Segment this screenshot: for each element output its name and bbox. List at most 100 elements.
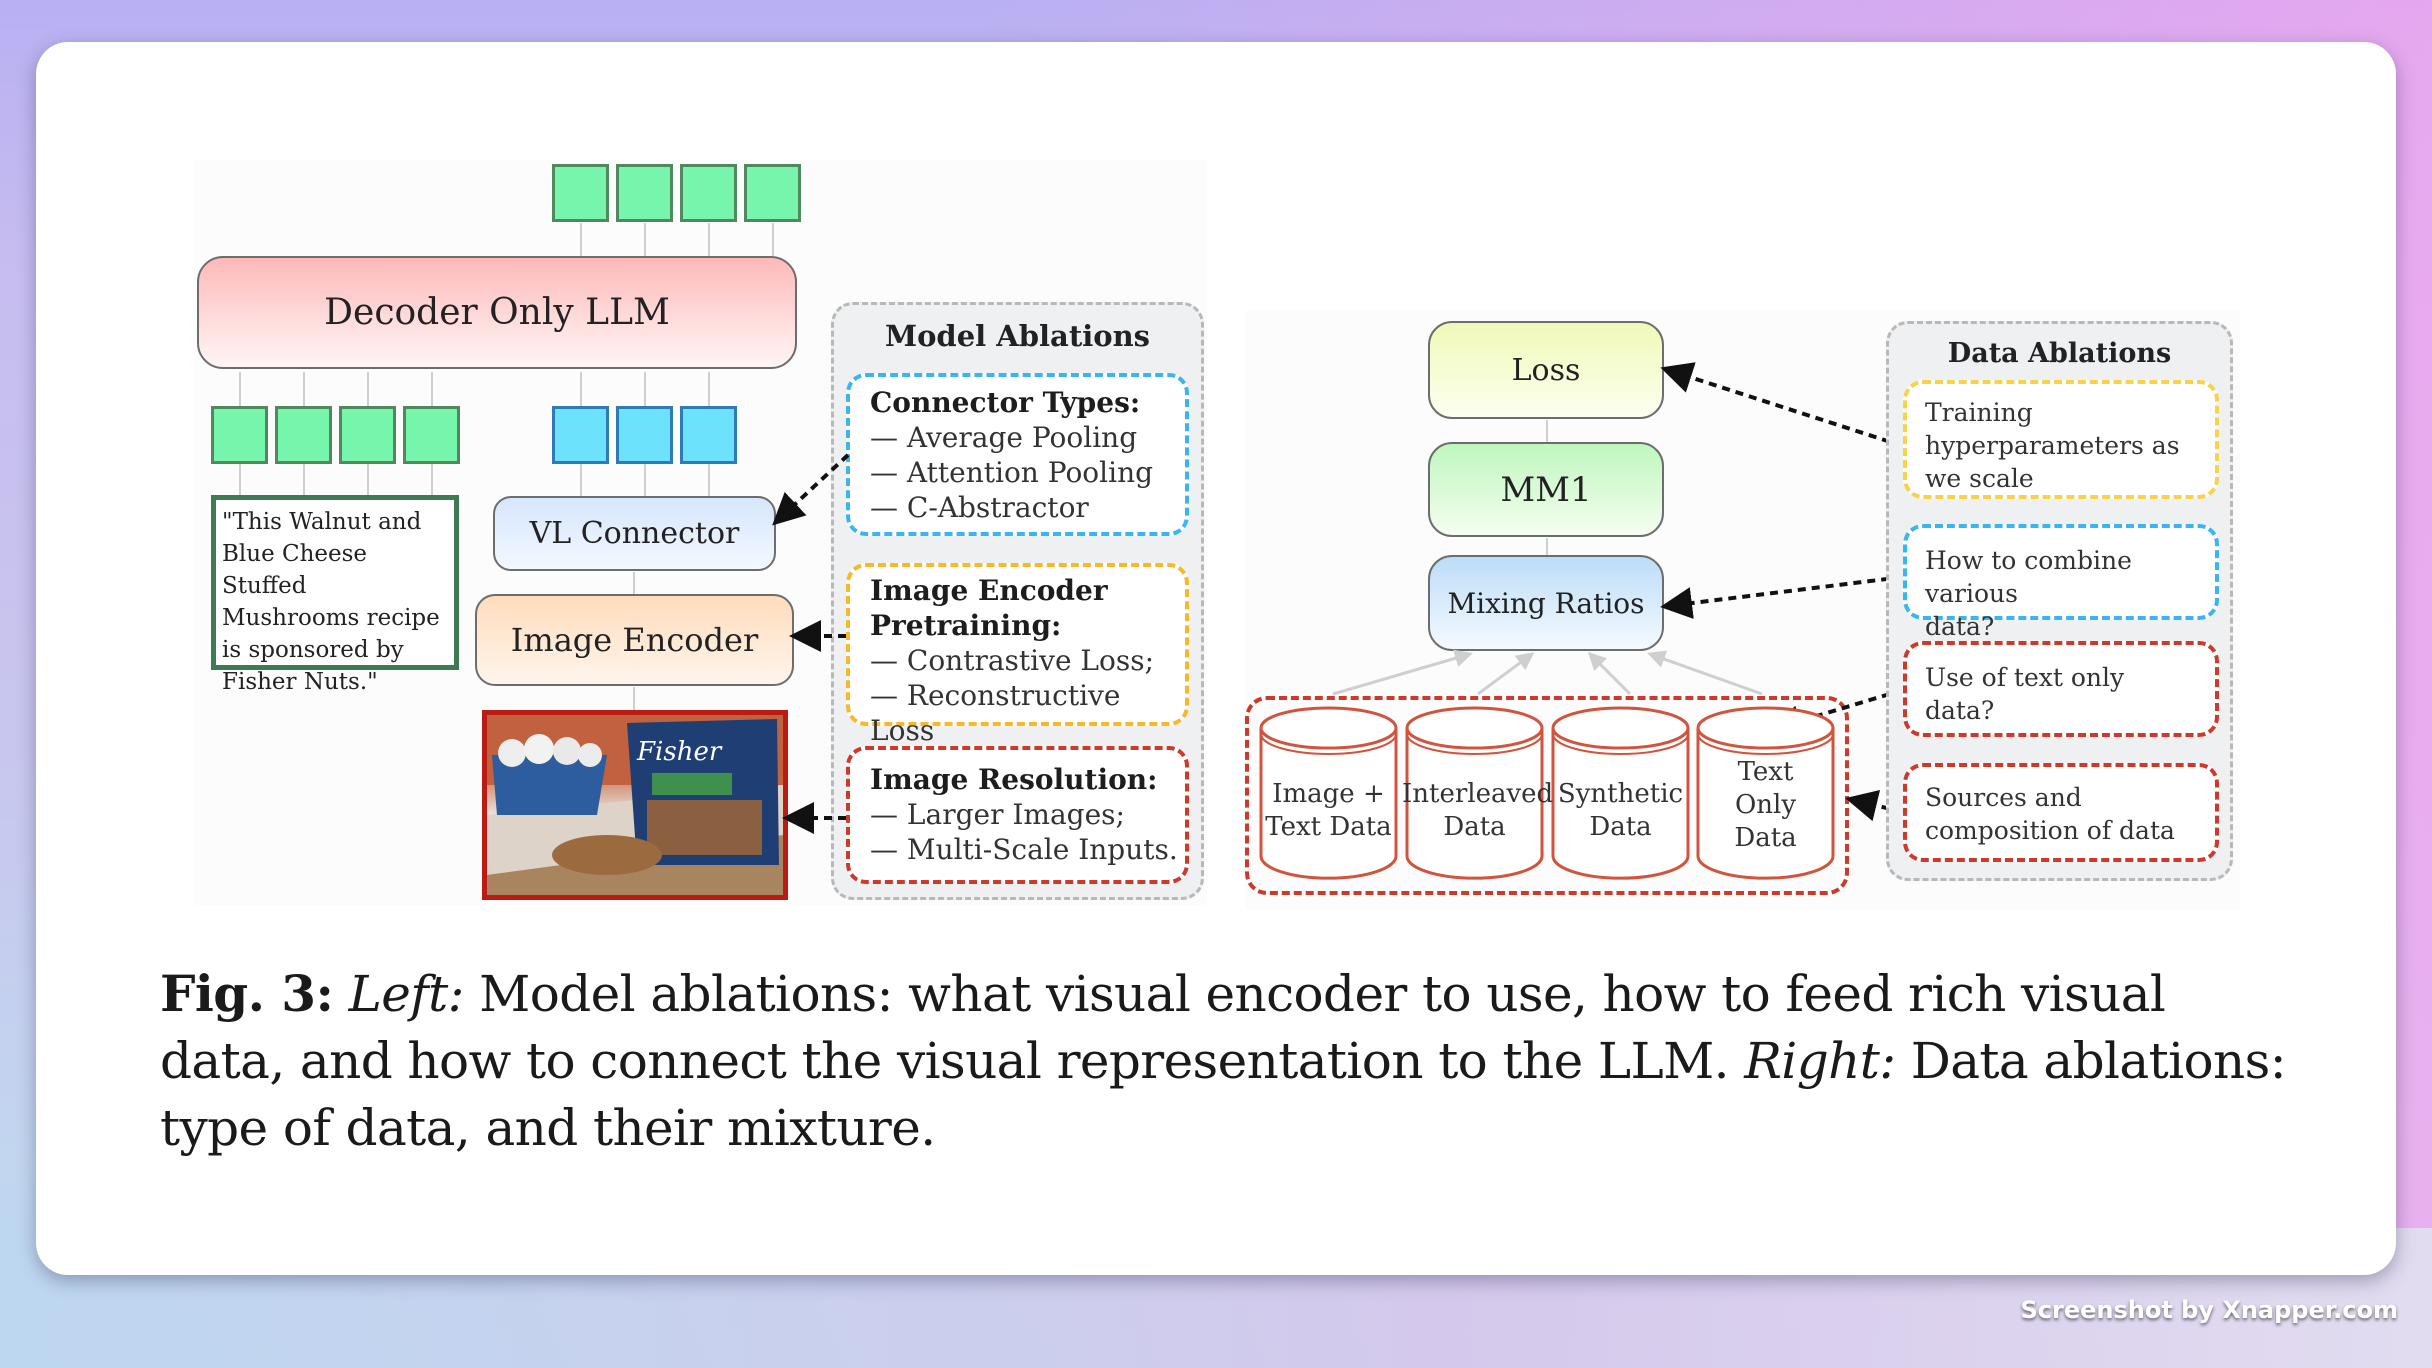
connector-types-box: Connector Types: — Average Pooling — Att… [846,373,1189,536]
walnut-pile [552,835,662,875]
pretraining-item: — Reconstructive Loss [870,679,1121,747]
decoder-llm-label: Decoder Only LLM [324,292,670,333]
dataset-label-line: Data [1589,812,1652,842]
data-ablations-title: Data Ablations [1947,338,2172,369]
connector-types-heading: Connector Types: [870,386,1141,419]
caption-fig-label: Fig. 3: [160,964,334,1023]
image-encoder-box: Image Encoder [475,594,794,686]
arrow-up [708,372,710,406]
mm1-box: MM1 [1428,442,1664,537]
arrow-up [644,372,646,406]
arrow-up [367,464,369,495]
ablation-text-line: Sources and [1925,783,2082,812]
watermark: Screenshot by Xnapper.com [2020,1296,2398,1324]
image-token [616,406,673,464]
dataset-label-synthetic: Synthetic Data [1548,778,1693,844]
arrow-up [1546,538,1548,555]
pretraining-heading-line: Image Encoder [870,574,1108,607]
vl-connector-label: VL Connector [529,516,740,551]
dataset-label-line: Data [1734,823,1797,853]
text-token [275,406,332,464]
image-encoder-label: Image Encoder [510,621,759,659]
ablation-text-line: data? [1925,696,1995,725]
dataset-label-interleaved: Interleaved Data [1402,778,1554,844]
arrow-up [239,464,241,495]
text-token [403,406,460,464]
mixing-ratios-label: Mixing Ratios [1447,586,1645,620]
combine-data-ablation-box: How to combine various data? [1903,524,2219,641]
text-only-ablation-box: Use of text only data? [1903,641,2219,737]
hyperparameters-ablation-box: Training hyperparameters as we scale [1903,380,2219,499]
text-input-content: "This Walnut and Blue Cheese Stuffed Mus… [222,509,440,695]
mushroom [578,743,602,767]
dataset-label-line: Text Data [1265,812,1392,842]
ablation-text-line: How to combine various [1925,546,2132,608]
photo-illustration: Fisher [487,715,783,895]
dataset-label-line: Only [1734,790,1797,820]
arrow-up [708,223,710,256]
pretraining-item: — Contrastive Loss; [870,644,1155,677]
ablation-text-line: hyperparameters as [1925,431,2180,460]
arrow-up [708,464,710,496]
dataset-label-line: Interleaved [1402,779,1554,809]
arrow-up [633,572,635,594]
arrow-up [431,372,433,406]
image-resolution-heading: Image Resolution: [870,763,1158,796]
text-token [339,406,396,464]
arrow-up [239,372,241,406]
figure-caption: Fig. 3: Left: Model ablations: what visu… [160,960,2290,1162]
model-ablations-title: Model Ablations [884,319,1151,353]
image-resolution-item: — Multi-Scale Inputs. [870,833,1178,866]
caption-right-label: Right: [1744,1032,1896,1090]
dataset-label-line: Image + [1272,779,1385,809]
connector-type-item: — Attention Pooling [870,456,1154,489]
caption-left-label: Left: [348,965,465,1023]
mixing-ratios-box: Mixing Ratios [1428,555,1664,651]
arrow-up [580,223,582,256]
arrow-up [431,464,433,495]
output-token [744,164,801,222]
arrow-up [772,223,774,256]
mushroom [553,737,581,765]
output-token [616,164,673,222]
ablation-text-line: Use of text only [1925,663,2125,692]
image-resolution-item: — Larger Images; [870,798,1125,831]
connector-type-item: — Average Pooling [870,421,1138,454]
text-input-box: "This Walnut and Blue Cheese Stuffed Mus… [211,495,459,695]
dataset-label-text-only: Text Only Data [1693,756,1838,855]
image-token [680,406,737,464]
ablation-text-line: we scale [1925,464,2034,493]
bag-walnuts [647,800,762,855]
connector-type-item: — C-Abstractor [870,491,1089,524]
sources-ablation-box: Sources and composition of data [1903,763,2219,862]
arrow-up [580,464,582,496]
dataset-label-line: Text [1737,757,1794,787]
ablation-text-line: data? [1925,612,1995,641]
arrow-up [367,372,369,406]
arrow-up [644,223,646,256]
image-token [552,406,609,464]
mm1-label: MM1 [1500,469,1592,510]
output-token [552,164,609,222]
arrow-up [1546,420,1548,442]
pretraining-heading-line: Pretraining: [870,609,1062,642]
decoder-llm-box: Decoder Only LLM [197,256,797,369]
dataset-label-line: Synthetic [1557,779,1684,809]
arrow-up [303,372,305,406]
ablation-text-line: Training [1925,398,2033,427]
mushroom [498,739,526,767]
text-token [211,406,268,464]
vl-connector-box: VL Connector [493,496,776,571]
arrow-up [633,687,635,710]
loss-box: Loss [1428,321,1664,419]
arrow-up [580,372,582,406]
bag-label [652,773,732,795]
dataset-label-line: Data [1443,812,1506,842]
image-resolution-box: Image Resolution: — Larger Images; — Mul… [846,746,1189,884]
arrow-up [644,464,646,496]
bag-brand: Fisher [636,737,723,767]
output-token [680,164,737,222]
loss-label: Loss [1511,352,1581,388]
input-photo: Fisher [482,710,788,900]
mushroom [524,734,554,764]
